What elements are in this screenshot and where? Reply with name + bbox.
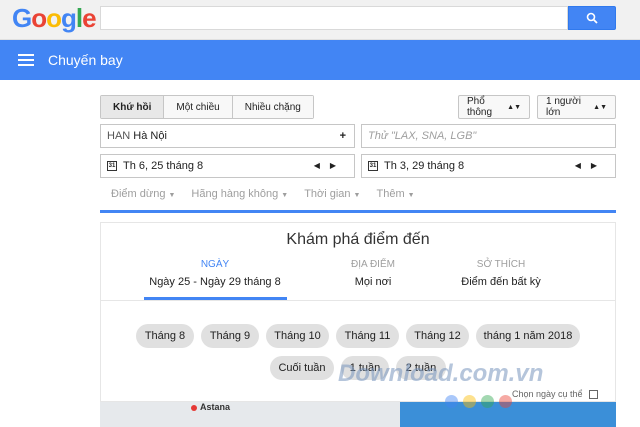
tab-interests[interactable]: SỞ THÍCH Điểm đến bất kỳ	[431, 259, 571, 288]
trip-type-tabs: Khứ hồi Một chiều Nhiều chặng	[100, 95, 314, 119]
chip-month[interactable]: Tháng 8	[136, 324, 194, 348]
search-button[interactable]	[568, 6, 616, 30]
app-bar: Chuyến bay	[0, 40, 640, 80]
tab-location[interactable]: ĐỊA ĐIỂM Mọi nơi	[303, 259, 443, 288]
menu-icon[interactable]	[18, 54, 34, 66]
chip-month[interactable]: Tháng 9	[201, 324, 259, 348]
tab-dates[interactable]: NGÀY Ngày 25 - Ngày 29 tháng 8	[145, 259, 285, 288]
calendar-icon	[588, 389, 598, 399]
search-icon	[586, 12, 598, 24]
chip-duration[interactable]: Cuối tuần	[270, 356, 334, 380]
add-origin-icon[interactable]: +	[340, 130, 346, 142]
tab-multi-city[interactable]: Nhiều chặng	[232, 96, 313, 118]
specific-dates-link[interactable]: Chọn ngày cụ thể	[512, 389, 598, 399]
chevron-down-icon: ▲▼	[507, 103, 521, 111]
filter-more[interactable]: Thêm ▼	[376, 188, 414, 200]
specific-dates-label: Chọn ngày cụ thể	[512, 389, 583, 399]
chip-month[interactable]: Tháng 11	[336, 324, 399, 348]
divider	[101, 300, 615, 301]
calendar-icon: 31	[368, 161, 378, 171]
destination-map[interactable]: Astana	[100, 402, 616, 427]
origin-field[interactable]: HAN Hà Nội +	[100, 124, 355, 148]
watermark-dots	[445, 395, 512, 408]
chevron-down-icon: ▲▼	[593, 103, 607, 111]
origin-code: HAN	[107, 130, 131, 142]
destination-field[interactable]: Thử "LAX, SNA, LGB"	[361, 124, 616, 148]
chip-month[interactable]: Tháng 12	[406, 324, 469, 348]
map-city-label: Astana	[200, 402, 231, 412]
origin-city: Hà Nội	[133, 130, 167, 142]
chip-month[interactable]: tháng 1 năm 2018	[476, 324, 580, 348]
app-title: Chuyến bay	[48, 52, 123, 68]
google-top-bar: Google	[0, 0, 640, 40]
calendar-icon: 31	[107, 161, 117, 171]
date-nav-arrows-icon[interactable]: ◀▶	[575, 161, 607, 170]
cabin-class-select[interactable]: Phổ thông ▲▼	[458, 95, 530, 119]
destination-placeholder: Thử "LAX, SNA, LGB"	[368, 130, 477, 142]
tab-one-way[interactable]: Một chiều	[164, 96, 233, 118]
watermark: Download.com.vn	[338, 360, 544, 387]
divider	[100, 210, 616, 213]
cabin-class-label: Phổ thông	[467, 96, 493, 118]
chip-month[interactable]: Tháng 10	[266, 324, 329, 348]
depart-date: Th 6, 25 tháng 8	[123, 160, 204, 172]
depart-date-field[interactable]: 31 Th 6, 25 tháng 8 ◀▶	[100, 154, 355, 178]
map-land	[100, 402, 400, 427]
return-date-field[interactable]: 31 Th 3, 29 tháng 8 ◀▶	[361, 154, 616, 178]
passengers-select[interactable]: 1 người lớn ▲▼	[537, 95, 616, 119]
filter-stops[interactable]: Điểm dừng ▼	[111, 188, 175, 200]
google-logo[interactable]: Google	[12, 3, 97, 34]
city-marker-icon[interactable]	[191, 405, 197, 411]
search-input[interactable]	[100, 6, 568, 30]
explore-title: Khám phá điểm đến	[286, 231, 430, 248]
filter-airlines[interactable]: Hãng hàng không ▼	[191, 188, 288, 200]
return-date: Th 3, 29 tháng 8	[384, 160, 465, 172]
date-nav-arrows-icon[interactable]: ◀▶	[314, 161, 346, 170]
filter-times[interactable]: Thời gian ▼	[304, 188, 360, 200]
tab-round-trip[interactable]: Khứ hồi	[101, 96, 165, 118]
passengers-label: 1 người lớn	[546, 96, 581, 118]
filter-bar: Điểm dừng ▼ Hãng hàng không ▼ Thời gian ▼ T…	[111, 188, 415, 200]
